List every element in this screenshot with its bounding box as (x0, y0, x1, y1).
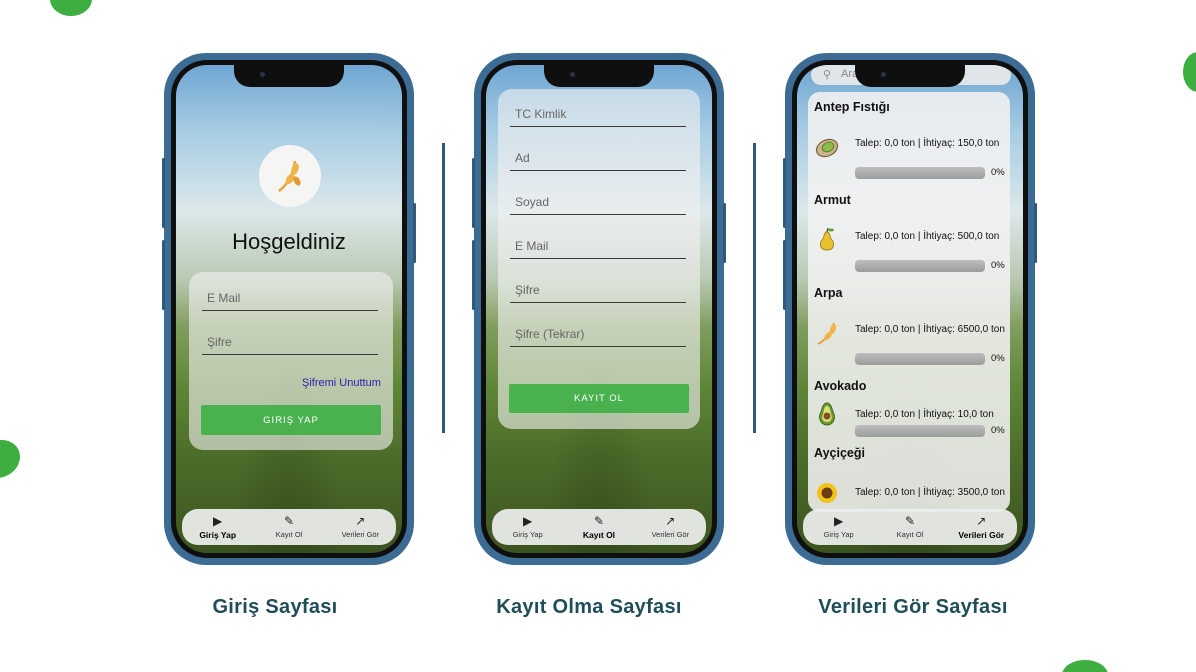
item-percent: 0% (991, 425, 1005, 436)
play-icon: ▶ (834, 514, 844, 528)
tc-kimlik-input[interactable]: TC Kimlik (510, 107, 686, 127)
caption-data: Verileri Gör Sayfası (818, 596, 1008, 618)
bottom-nav: ▶ Giriş Yap ✎ Kayıt Ol ↗ Verileri Gör (492, 509, 706, 545)
decor-blob (50, 0, 92, 16)
phone-register: TC Kimlik Ad Soyad E Mail Şifre Şifre (T… (472, 53, 726, 565)
caption-register: Kayıt Olma Sayfası (496, 596, 682, 618)
ad-input[interactable]: Ad (510, 151, 686, 171)
item-name: Avokado (814, 379, 867, 393)
notch (234, 65, 344, 87)
item-percent: 0% (991, 260, 1005, 271)
phone-data: ⚲ Ara Antep Fıstığı Talep: 0,0 ton | İht… (783, 53, 1037, 565)
phone-login: Hoşgeldiniz E Mail Şifre Şifremi Unuttum… (162, 53, 416, 565)
item-name: Armut (814, 193, 851, 207)
password-repeat-input[interactable]: Şifre (Tekrar) (510, 327, 686, 347)
password-input[interactable]: Şifre (202, 335, 378, 355)
nav-item-giris-yap[interactable]: ▶ Giriş Yap (492, 509, 563, 545)
notch (855, 65, 965, 87)
app-logo (259, 145, 321, 207)
item-info: Talep: 0,0 ton | İhtiyaç: 500,0 ton (855, 231, 1000, 242)
barley-icon (817, 322, 837, 345)
register-card (498, 89, 700, 429)
welcome-title: Hoşgeldiniz (232, 229, 346, 254)
divider (442, 143, 445, 433)
item-progress-bar (855, 353, 985, 365)
item-progress-bar (855, 425, 985, 437)
decor-blob (0, 440, 20, 478)
nav-item-giris-yap[interactable]: ▶ Giriş Yap (182, 509, 253, 545)
bottom-nav: ▶ Giriş Yap ✎ Kayıt Ol ↗ Verileri Gör (182, 509, 396, 545)
nav-item-verileri-gor[interactable]: ↗ Verileri Gör (946, 509, 1017, 545)
register-button[interactable]: KAYIT OL (509, 384, 689, 413)
trending-up-icon: ↗ (665, 514, 676, 528)
bottom-nav: ▶ Giriş Yap ✎ Kayıt Ol ↗ Verileri Gör (803, 509, 1017, 545)
password-input[interactable]: Şifre (510, 283, 686, 303)
wheat-icon (278, 160, 301, 192)
nav-item-verileri-gor[interactable]: ↗ Verileri Gör (325, 509, 396, 545)
register-screen: TC Kimlik Ad Soyad E Mail Şifre Şifre (T… (486, 65, 712, 553)
soyad-input[interactable]: Soyad (510, 195, 686, 215)
item-info: Talep: 0,0 ton | İhtiyaç: 6500,0 ton (855, 324, 1005, 335)
search-icon: ⚲ (823, 69, 832, 81)
item-name: Arpa (814, 286, 843, 300)
email-input[interactable]: E Mail (510, 239, 686, 259)
nav-item-giris-yap[interactable]: ▶ Giriş Yap (803, 509, 874, 545)
forgot-password-link[interactable]: Şifremi Unuttum (302, 377, 381, 389)
login-screen: Hoşgeldiniz E Mail Şifre Şifremi Unuttum… (176, 65, 402, 553)
avocado-icon (819, 402, 835, 426)
item-name: Ayçiçeği (814, 446, 865, 460)
trending-up-icon: ↗ (355, 514, 366, 528)
item-progress-bar (855, 260, 985, 272)
divider (753, 143, 756, 433)
item-percent: 0% (991, 353, 1005, 364)
item-info: Talep: 0,0 ton | İhtiyaç: 3500,0 ton (855, 487, 1005, 498)
pencil-icon: ✎ (593, 513, 605, 528)
caption-login: Giriş Sayfası (212, 596, 338, 618)
product-list[interactable]: Antep Fıstığı Talep: 0,0 ton | İhtiyaç: … (808, 92, 1010, 512)
email-input[interactable]: E Mail (202, 291, 378, 311)
notch (544, 65, 654, 87)
data-screen: ⚲ Ara Antep Fıstığı Talep: 0,0 ton | İht… (797, 65, 1023, 553)
login-button[interactable]: GIRIŞ YAP (201, 405, 381, 435)
decor-blob (1183, 52, 1196, 92)
nav-item-kayit-ol[interactable]: ✎ Kayıt Ol (253, 509, 324, 545)
pear-icon (819, 227, 835, 251)
nav-item-kayit-ol[interactable]: ✎ Kayıt Ol (874, 509, 945, 545)
item-name: Antep Fıstığı (814, 100, 890, 114)
item-info: Talep: 0,0 ton | İhtiyaç: 10,0 ton (855, 409, 994, 420)
item-info: Talep: 0,0 ton | İhtiyaç: 150,0 ton (855, 138, 1000, 149)
sunflower-icon (817, 483, 837, 503)
nav-item-kayit-ol[interactable]: ✎ Kayıt Ol (563, 509, 634, 545)
pencil-icon: ✎ (283, 514, 295, 528)
decor-blob (1062, 660, 1108, 672)
item-progress-bar (855, 167, 985, 179)
play-icon: ▶ (213, 513, 223, 528)
trending-up-icon: ↗ (976, 513, 987, 528)
item-percent: 0% (991, 167, 1005, 178)
nav-item-verileri-gor[interactable]: ↗ Verileri Gör (635, 509, 706, 545)
pencil-icon: ✎ (904, 514, 916, 528)
play-icon: ▶ (523, 514, 533, 528)
pistachio-icon (815, 138, 839, 158)
